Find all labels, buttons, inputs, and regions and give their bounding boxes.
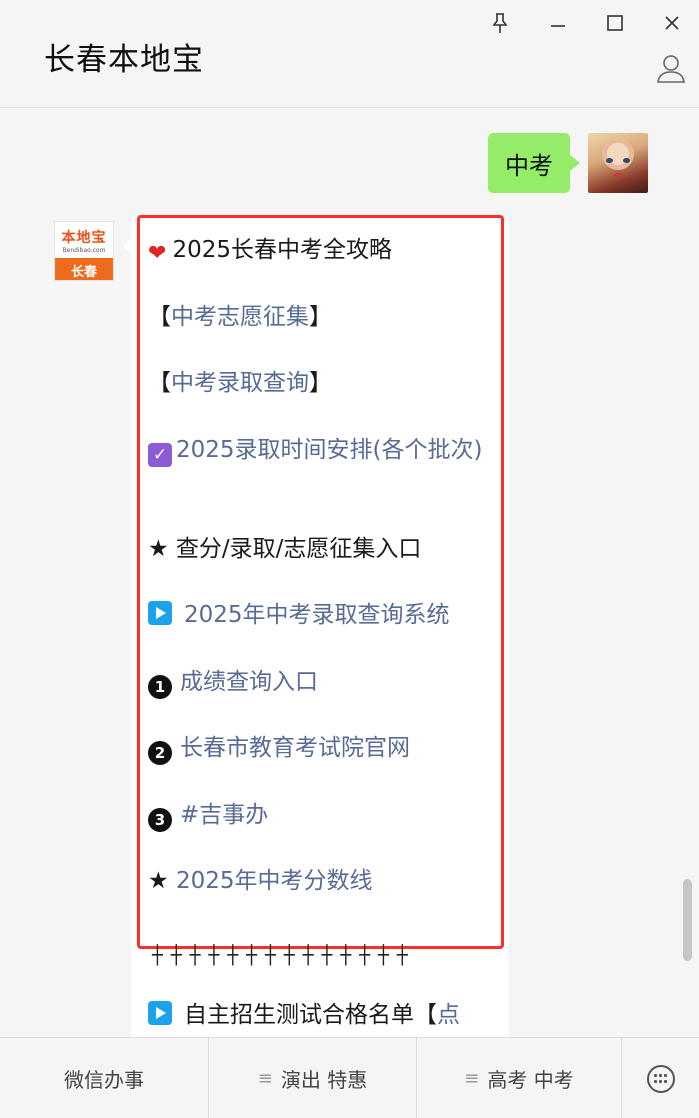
bottom-menu: 微信办事 ≡ 演出 特惠 ≡ 高考 中考 bbox=[0, 1037, 699, 1118]
reply-line-exam-institute: 2 长春市教育考试院官网 bbox=[148, 732, 498, 765]
link-score-query[interactable]: 成绩查询入口 bbox=[180, 669, 318, 695]
number-three-icon: 3 bbox=[148, 808, 172, 832]
heart-icon: ❤ bbox=[148, 241, 167, 266]
bracket-open: 【 bbox=[148, 370, 171, 396]
number-one-icon: 1 bbox=[148, 675, 172, 699]
link-query-system[interactable]: 2025年中考录取查询系统 bbox=[184, 602, 450, 628]
menu-wechat-service[interactable]: 微信办事 bbox=[0, 1038, 209, 1118]
menu-shows-deals[interactable]: ≡ 演出 特惠 bbox=[209, 1038, 417, 1118]
link-admission-query[interactable]: 中考录取查询 bbox=[171, 370, 309, 396]
checkbox-icon: ✓ bbox=[148, 443, 172, 467]
menu-label: 微信办事 bbox=[64, 1068, 144, 1092]
reply-line-independent: 自主招生测试合格名单【点 bbox=[148, 999, 498, 1031]
reply-star-entry: ★ 查分/录取/志愿征集入口 bbox=[148, 536, 422, 562]
keyboard-icon bbox=[646, 1064, 675, 1093]
window-header: 长春本地宝 bbox=[0, 0, 699, 108]
play-icon bbox=[148, 601, 172, 625]
play-icon bbox=[148, 1001, 172, 1025]
link-jishiban[interactable]: #吉事办 bbox=[180, 802, 268, 828]
reply-line-query-system: 2025年中考录取查询系统 bbox=[148, 599, 498, 631]
menu-list-icon: ≡ bbox=[257, 1068, 273, 1089]
menu-list-icon: ≡ bbox=[464, 1068, 480, 1089]
link-exam-institute[interactable]: 长春市教育考试院官网 bbox=[180, 735, 410, 761]
number-two-icon: 2 bbox=[148, 741, 172, 765]
maximize-icon[interactable] bbox=[600, 8, 630, 38]
link-independent[interactable]: 点 bbox=[437, 1002, 460, 1028]
profile-icon[interactable] bbox=[655, 52, 687, 84]
account-avatar[interactable]: 本地宝 Bendibao.com 长春 bbox=[54, 221, 114, 281]
reply-line-schedule: ✓ 2025录取时间安排(各个批次) bbox=[148, 434, 498, 467]
reply-line-volunteer: 【中考志愿征集】 bbox=[148, 301, 498, 333]
bracket-close: 】 bbox=[309, 370, 332, 396]
link-score-line[interactable]: 2025年中考分数线 bbox=[176, 868, 373, 894]
pin-icon[interactable] bbox=[485, 8, 515, 38]
reply-heading: ❤ 2025长春中考全攻略 bbox=[148, 234, 498, 270]
user-avatar[interactable] bbox=[588, 133, 648, 193]
reply-line-jishiban: 3 #吉事办 bbox=[148, 799, 498, 832]
keyboard-toggle[interactable] bbox=[622, 1038, 699, 1118]
link-schedule[interactable]: 2025录取时间安排(各个批次) bbox=[176, 437, 482, 463]
link-volunteer[interactable]: 中考志愿征集 bbox=[171, 304, 309, 330]
logo-text: 本地宝 bbox=[61, 229, 107, 246]
menu-label: 高考 中考 bbox=[487, 1068, 574, 1092]
menu-exams[interactable]: ≡ 高考 中考 bbox=[417, 1038, 622, 1118]
logo-subtext: Bendibao.com bbox=[62, 246, 106, 254]
user-message-bubble[interactable]: 中考 bbox=[488, 133, 580, 193]
reply-line-score-line: ★ 2025年中考分数线 bbox=[148, 865, 498, 897]
chat-area[interactable]: 中考 本地宝 Bendibao.com 长春 ❤ 2025长春中考全攻略 【中考志… bbox=[0, 109, 699, 1037]
reply-line-score-query: 1 成绩查询入口 bbox=[148, 666, 498, 699]
star-icon: ★ bbox=[148, 868, 169, 894]
menu-label: 演出 特惠 bbox=[280, 1068, 368, 1092]
chat-title: 长春本地宝 bbox=[44, 42, 204, 78]
independent-text: 自主招生测试合格名单【 bbox=[184, 1002, 437, 1028]
close-icon[interactable] bbox=[657, 8, 687, 38]
heading-text: 2025长春中考全攻略 bbox=[172, 237, 392, 263]
scrollbar-thumb[interactable] bbox=[683, 879, 692, 961]
minimize-icon[interactable] bbox=[543, 8, 573, 38]
bracket-close: 】 bbox=[309, 304, 332, 330]
bracket-open: 【 bbox=[148, 304, 171, 330]
logo-city: 长春 bbox=[55, 258, 113, 280]
reply-line-admission: 【中考录取查询】 bbox=[148, 367, 498, 399]
divider-line: ┼┼┼┼┼┼┼┼┼┼┼┼┼┼ bbox=[152, 945, 416, 966]
